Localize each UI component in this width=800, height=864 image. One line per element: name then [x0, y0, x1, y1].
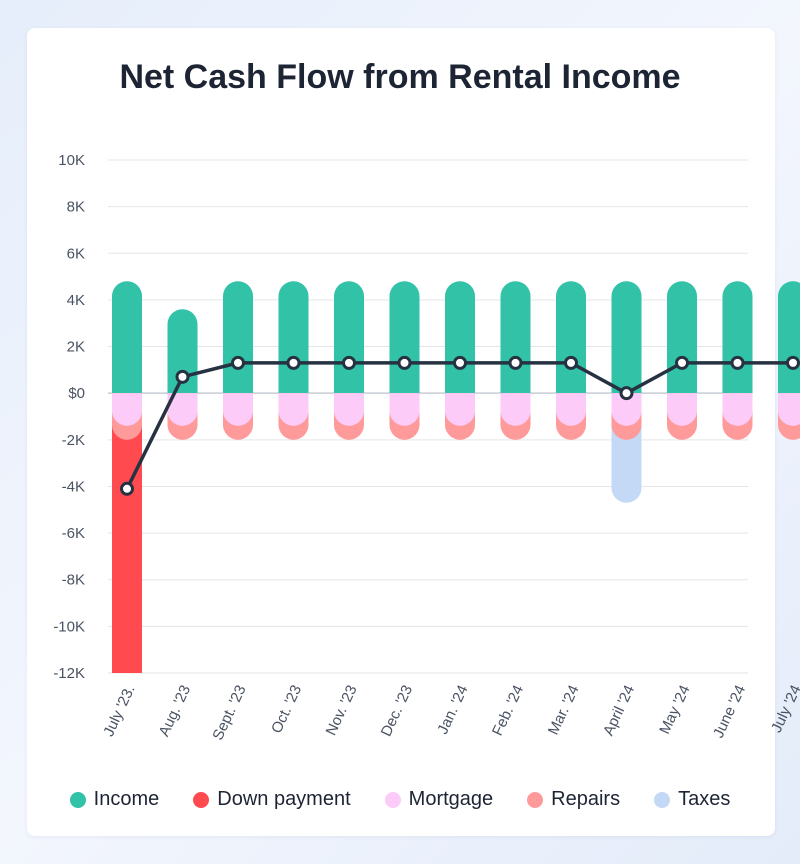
chart-plot: 10K 8K 6K 4K 2K $0 -2K -4K -6K -8K -10K -12K July '2…: [53, 152, 800, 743]
net-point: [120, 481, 134, 496]
y-tick-label: -10K: [53, 618, 85, 635]
x-tick-label: Dec. '23: [378, 683, 416, 740]
bar-income: [334, 281, 364, 394]
y-tick-label: -2K: [62, 432, 85, 449]
x-tick-label: April '24: [600, 683, 638, 739]
x-tick-label: Sept. '23: [209, 683, 249, 743]
y-tick-label: -4K: [62, 478, 85, 495]
legend-label: Taxes: [678, 788, 731, 810]
bar-income: [223, 281, 253, 394]
y-tick-label: 8K: [67, 199, 85, 216]
x-tick-label: Oct. '23: [268, 683, 305, 737]
net-point: [508, 355, 523, 370]
bar-income: [445, 281, 475, 394]
legend-label: Income: [93, 788, 160, 810]
bar-income: [278, 281, 309, 394]
y-tick-label: 10K: [58, 152, 85, 169]
legend-dot-icon: [193, 791, 210, 808]
bar-income: [778, 281, 800, 394]
net-point: [564, 355, 578, 370]
legend-dot-icon: [69, 791, 86, 808]
legend-dot-icon: [654, 791, 671, 808]
x-tick-label: Mar. '24: [545, 683, 583, 738]
x-tick-label: July '24: [768, 683, 800, 736]
legend-item[interactable]: Down payment: [193, 788, 351, 811]
x-tick-label: Aug. '23: [156, 683, 194, 740]
y-tick-label: -8K: [62, 572, 85, 589]
legend-label: Mortgage: [408, 788, 494, 810]
x-tick-label: Jan. '24: [434, 683, 471, 737]
legend-dot-icon: [384, 791, 401, 808]
y-tick-label: -12K: [53, 665, 85, 682]
x-tick-label: May '24: [656, 683, 693, 737]
net-point: [730, 355, 745, 370]
net-point: [342, 355, 356, 370]
bar-income: [500, 281, 531, 394]
x-tick-label: Feb. '24: [489, 683, 527, 739]
negative-stack: [112, 393, 142, 673]
net-point: [175, 369, 190, 384]
x-tick-label: Nov. '23: [323, 683, 361, 739]
bar-income: [389, 281, 420, 394]
net-point: [231, 355, 245, 370]
legend-item[interactable]: Taxes: [654, 788, 730, 811]
bar-income: [112, 281, 142, 394]
y-tick-label: -6K: [62, 525, 85, 542]
y-tick-label: $0: [68, 385, 85, 402]
legend-item[interactable]: Mortgage: [384, 788, 494, 811]
bar-income: [722, 281, 753, 394]
legend-label: Down payment: [217, 788, 351, 810]
net-point: [675, 355, 689, 370]
net-point: [397, 355, 412, 370]
x-tick-label: June '24: [710, 683, 749, 741]
legend-item[interactable]: Repairs: [527, 788, 620, 811]
bar-income: [667, 281, 697, 394]
legend-dot-icon: [527, 791, 544, 808]
legend-label: Repairs: [551, 788, 621, 810]
y-tick-label: 6K: [67, 245, 85, 262]
legend: Income Down payment Mortgage Repairs Taxes: [0, 788, 800, 811]
net-point: [453, 355, 467, 370]
net-point: [786, 355, 800, 370]
x-tick-label: July '23.: [100, 683, 138, 740]
bar-income: [556, 281, 586, 394]
y-tick-label: 4K: [67, 292, 85, 309]
y-tick-label: 2K: [67, 339, 85, 356]
legend-item[interactable]: Income: [69, 788, 160, 811]
net-point: [619, 386, 634, 401]
net-point: [286, 355, 301, 370]
